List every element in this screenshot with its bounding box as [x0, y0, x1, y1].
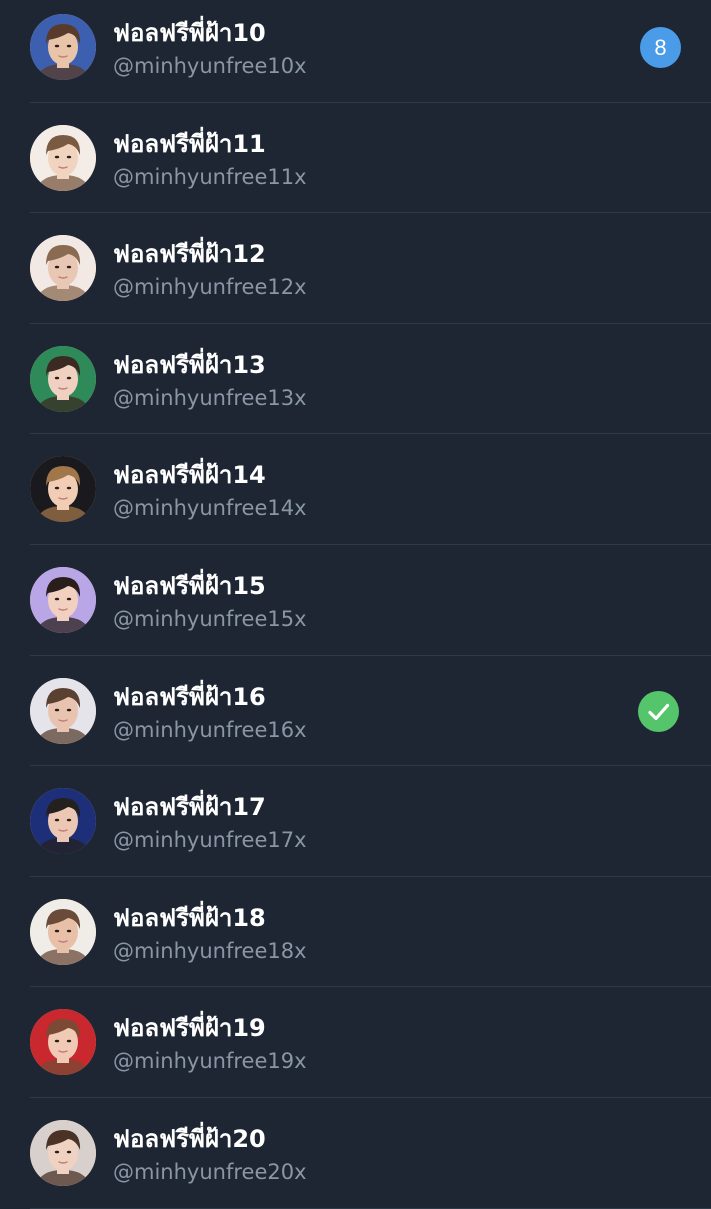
account-handle: @minhyunfree19x [113, 1049, 307, 1074]
avatar [30, 788, 96, 855]
account-name: ฟอลฟรีพี่ฝ้า17 [113, 793, 266, 822]
account-row[interactable]: ฟอลฟรีพี่ฝ้า13 @minhyunfree13x [0, 324, 711, 435]
account-row[interactable]: ฟอลฟรีพี่ฝ้า10 @minhyunfree10x 8 [0, 0, 711, 103]
account-row[interactable]: ฟอลฟรีพี่ฝ้า15 @minhyunfree15x [0, 545, 711, 656]
account-handle: @minhyunfree18x [113, 938, 307, 963]
avatar [30, 566, 96, 633]
account-name: ฟอลฟรีพี่ฝ้า11 [113, 129, 266, 158]
avatar [30, 456, 96, 523]
account-handle: @minhyunfree13x [113, 385, 307, 410]
avatar [30, 14, 96, 80]
account-handle: @minhyunfree11x [113, 164, 307, 189]
account-handle: @minhyunfree10x [113, 54, 307, 78]
account-name: ฟอลฟรีพี่ฝ้า12 [113, 240, 266, 269]
account-row[interactable]: ฟอลฟรีพี่ฝ้า20 @minhyunfree20x [0, 1098, 711, 1209]
avatar [30, 1009, 96, 1076]
account-name: ฟอลฟรีพี่ฝ้า13 [113, 350, 266, 379]
avatar [30, 1119, 96, 1186]
avatar [30, 677, 96, 744]
account-name: ฟอลฟรีพี่ฝ้า10 [113, 19, 266, 47]
account-handle: @minhyunfree20x [113, 1159, 307, 1184]
account-handle: @minhyunfree12x [113, 275, 307, 300]
account-name: ฟอลฟรีพี่ฝ้า16 [113, 682, 266, 711]
avatar-portrait [30, 677, 96, 744]
avatar-portrait [30, 1009, 96, 1076]
account-row[interactable]: ฟอลฟรีพี่ฝ้า14 @minhyunfree14x [0, 434, 711, 545]
account-row[interactable]: ฟอลฟรีพี่ฝ้า16 @minhyunfree16x [0, 656, 711, 767]
avatar [30, 898, 96, 965]
account-name: ฟอลฟรีพี่ฝ้า18 [113, 903, 266, 932]
avatar-portrait [30, 1119, 96, 1186]
checkmark-icon [638, 690, 679, 732]
account-handle: @minhyunfree17x [113, 828, 307, 853]
account-row[interactable]: ฟอลฟรีพี่ฝ้า19 @minhyunfree19x [0, 987, 711, 1098]
account-row[interactable]: ฟอลฟรีพี่ฝ้า11 @minhyunfree11x [0, 103, 711, 214]
account-name: ฟอลฟรีพี่ฝ้า20 [113, 1124, 266, 1153]
account-list: ฟอลฟรีพี่ฝ้า10 @minhyunfree10x 8 ฟอลฟรีพ… [0, 0, 711, 1209]
avatar [30, 345, 96, 412]
account-name: ฟอลฟรีพี่ฝ้า19 [113, 1014, 266, 1043]
avatar [30, 124, 96, 191]
avatar-portrait [30, 345, 96, 412]
account-row[interactable]: ฟอลฟรีพี่ฝ้า17 @minhyunfree17x [0, 766, 711, 877]
avatar-portrait [30, 788, 96, 855]
avatar-portrait [30, 14, 96, 80]
avatar [30, 235, 96, 302]
unread-count-badge: 8 [640, 27, 681, 68]
avatar-portrait [30, 456, 96, 523]
account-handle: @minhyunfree16x [113, 717, 307, 742]
avatar-portrait [30, 566, 96, 633]
avatar-portrait [30, 124, 96, 191]
avatar-portrait [30, 235, 96, 302]
account-name: ฟอลฟรีพี่ฝ้า15 [113, 571, 266, 600]
account-row[interactable]: ฟอลฟรีพี่ฝ้า12 @minhyunfree12x [0, 213, 711, 324]
account-handle: @minhyunfree15x [113, 606, 307, 631]
checkmark-icon-glyph [648, 703, 670, 720]
avatar-portrait [30, 898, 96, 965]
account-name: ฟอลฟรีพี่ฝ้า14 [113, 461, 266, 490]
account-row[interactable]: ฟอลฟรีพี่ฝ้า18 @minhyunfree18x [0, 877, 711, 988]
account-handle: @minhyunfree14x [113, 496, 307, 521]
